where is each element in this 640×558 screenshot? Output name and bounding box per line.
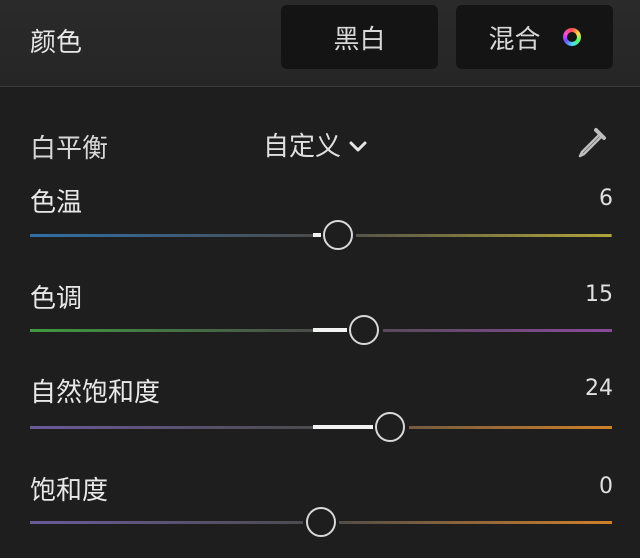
tint-value: 15 [585, 282, 613, 307]
black-white-label: 黑白 [333, 24, 386, 55]
panel-title: 颜色 [30, 28, 83, 58]
eyedropper-icon[interactable] [574, 124, 610, 160]
vibrance-slider-knob[interactable] [375, 412, 406, 442]
tint-slider-knob[interactable] [349, 315, 380, 345]
vibrance-slider[interactable] [30, 412, 612, 442]
black-white-button[interactable]: 黑白 [281, 5, 438, 69]
saturation-value: 0 [599, 474, 613, 499]
vibrance-value: 24 [585, 376, 613, 401]
saturation-label: 饱和度 [30, 476, 109, 506]
temperature-value: 6 [599, 186, 613, 211]
color-panel-header: 颜色 黑白 混合 [0, 0, 640, 87]
white-balance-dropdown[interactable]: 自定义 [263, 126, 367, 163]
mix-label: 混合 [488, 24, 541, 55]
color-ring-icon [562, 28, 581, 46]
white-balance-selected: 自定义 [263, 132, 342, 162]
tint-label: 色调 [30, 284, 83, 314]
vibrance-label: 自然饱和度 [30, 378, 161, 408]
mix-button[interactable]: 混合 [456, 5, 613, 69]
temperature-slider[interactable] [30, 220, 612, 250]
temperature-slider-knob[interactable] [322, 220, 353, 250]
temperature-label: 色温 [30, 188, 83, 218]
chevron-down-icon [349, 130, 367, 160]
white-balance-label: 白平衡 [30, 134, 109, 164]
tint-slider[interactable] [30, 315, 612, 345]
saturation-slider-knob[interactable] [305, 507, 336, 537]
saturation-slider[interactable] [30, 507, 612, 537]
